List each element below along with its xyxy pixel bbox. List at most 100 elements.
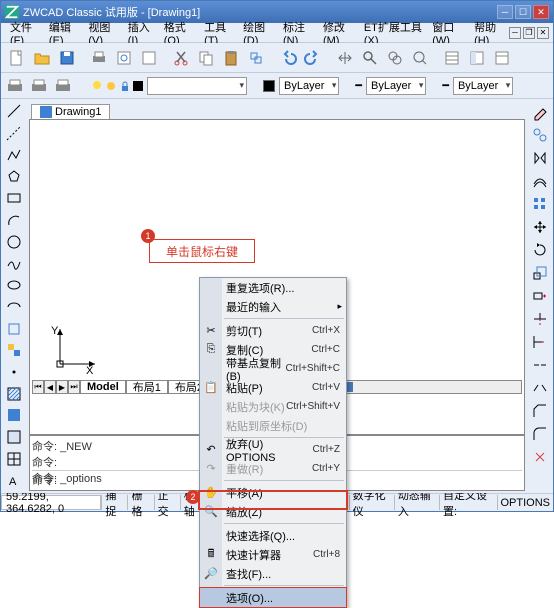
maximize-button[interactable]: ☐ <box>515 5 531 19</box>
fillet-tool[interactable] <box>529 423 551 445</box>
undo-button[interactable] <box>276 46 300 70</box>
ctx-undo[interactable]: ↶放弃(U) OPTIONSCtrl+Z <box>200 440 346 459</box>
stretch-tool[interactable] <box>529 285 551 307</box>
lineweight-icon: ━ <box>442 79 449 92</box>
badge-2: 2 <box>186 490 200 504</box>
arc-tool[interactable] <box>3 210 25 231</box>
tab-first[interactable]: ⏮ <box>32 380 44 394</box>
tab-next[interactable]: ▶ <box>56 380 68 394</box>
region-tool[interactable] <box>3 427 25 448</box>
ctx-find[interactable]: 🔎查找(F)... <box>200 564 346 583</box>
status-ortho[interactable]: 正交 <box>154 495 180 510</box>
text-tool[interactable]: A <box>3 470 25 491</box>
offset-tool[interactable] <box>529 170 551 192</box>
ctx-copybase[interactable]: 带基点复制(B)Ctrl+Shift+C <box>200 359 346 378</box>
circle-tool[interactable] <box>3 231 25 252</box>
mdi-minimize[interactable]: ─ <box>509 27 521 39</box>
properties-button[interactable] <box>440 46 464 70</box>
status-coords[interactable]: 59.2199, 364.6282, 0 <box>1 495 101 510</box>
redo-button[interactable] <box>301 46 325 70</box>
toolpalettes-button[interactable] <box>490 46 514 70</box>
status-custom[interactable]: 自定义设置: <box>439 495 496 510</box>
ctx-options[interactable]: 选项(O)... <box>200 588 346 607</box>
mdi-restore[interactable]: ❐ <box>523 27 535 39</box>
layout-icon2[interactable] <box>29 76 49 96</box>
new-button[interactable] <box>5 46 29 70</box>
gradient-tool[interactable] <box>3 405 25 426</box>
scale-tool[interactable] <box>529 262 551 284</box>
spline-tool[interactable] <box>3 253 25 274</box>
status-snap[interactable]: 捕捉 <box>101 495 127 510</box>
tab-model[interactable]: Model <box>80 380 126 394</box>
print-button[interactable] <box>87 46 111 70</box>
copy-tool[interactable] <box>529 124 551 146</box>
ctx-recent[interactable]: 最近的输入▸ <box>200 297 346 316</box>
ctx-repeat[interactable]: 重复选项(R)... <box>200 278 346 297</box>
ellipse-tool[interactable] <box>3 275 25 296</box>
doc-tab-drawing1[interactable]: Drawing1 <box>31 104 110 119</box>
insert-tool[interactable] <box>3 318 25 339</box>
mdi-close[interactable]: ✕ <box>537 27 549 39</box>
erase-tool[interactable] <box>529 101 551 123</box>
zoom-prev-button[interactable] <box>408 46 432 70</box>
chamfer-tool[interactable] <box>529 400 551 422</box>
mirror-tool[interactable] <box>529 147 551 169</box>
move-tool[interactable] <box>529 216 551 238</box>
trim-tool[interactable] <box>529 308 551 330</box>
rectangle-tool[interactable] <box>3 188 25 209</box>
ctx-qselect[interactable]: 快速选择(Q)... <box>200 526 346 545</box>
hatch-tool[interactable] <box>3 383 25 404</box>
status-dyn[interactable]: 动态输入 <box>394 495 439 510</box>
point-tool[interactable] <box>3 362 25 383</box>
line-tool[interactable] <box>3 101 25 122</box>
save-button[interactable] <box>55 46 79 70</box>
ctx-calc[interactable]: 🖩快速计算器Ctrl+8 <box>200 545 346 564</box>
table-tool[interactable] <box>3 449 25 470</box>
designcenter-button[interactable] <box>465 46 489 70</box>
zoom-extents-button[interactable] <box>383 46 407 70</box>
doc-tab-label: Drawing1 <box>55 106 101 118</box>
close-button[interactable]: ✕ <box>533 5 549 19</box>
ctx-cut[interactable]: ✂剪切(T)Ctrl+X <box>200 321 346 340</box>
join-tool[interactable] <box>529 377 551 399</box>
extend-tool[interactable] <box>529 331 551 353</box>
minimize-button[interactable]: ─ <box>497 5 513 19</box>
ctx-paste[interactable]: 📋粘贴(P)Ctrl+V <box>200 378 346 397</box>
paste-icon: 📋 <box>203 380 219 396</box>
zoom-button[interactable] <box>358 46 382 70</box>
array-tool[interactable] <box>529 193 551 215</box>
xline-tool[interactable] <box>3 123 25 144</box>
color-combo[interactable]: ByLayer <box>279 77 339 95</box>
tab-prev[interactable]: ◀ <box>44 380 56 394</box>
status-grid[interactable]: 栅格 <box>127 495 153 510</box>
open-button[interactable] <box>30 46 54 70</box>
preview-button[interactable] <box>112 46 136 70</box>
copy-button[interactable] <box>194 46 218 70</box>
plot-button[interactable] <box>137 46 161 70</box>
layout-icon1[interactable] <box>5 76 25 96</box>
pan-button[interactable] <box>333 46 357 70</box>
tab-last[interactable]: ⏭ <box>68 380 80 394</box>
bulb-icon <box>91 80 103 92</box>
layer-state[interactable] <box>91 80 143 92</box>
cut-button[interactable] <box>169 46 193 70</box>
tab-layout1[interactable]: 布局1 <box>126 380 168 394</box>
paste-button[interactable] <box>219 46 243 70</box>
color-box[interactable] <box>263 80 275 92</box>
linetype-combo[interactable]: ByLayer <box>366 77 426 95</box>
polyline-tool[interactable] <box>3 144 25 165</box>
lineweight-combo[interactable]: ByLayer <box>453 77 513 95</box>
status-tablet[interactable]: 数字化仪 <box>349 495 394 510</box>
status-options[interactable]: OPTIONS <box>497 495 554 510</box>
block-tool[interactable] <box>3 340 25 361</box>
match-button[interactable] <box>244 46 268 70</box>
ctx-pan[interactable]: ✋平移(A) <box>200 483 346 502</box>
rotate-tool[interactable] <box>529 239 551 261</box>
break-tool[interactable] <box>529 354 551 376</box>
explode-tool[interactable] <box>529 446 551 468</box>
ellipsearc-tool[interactable] <box>3 296 25 317</box>
polygon-tool[interactable] <box>3 166 25 187</box>
ctx-pasteorig: 粘贴到原坐标(D) <box>200 416 346 435</box>
layer-combo[interactable] <box>147 77 247 95</box>
layout-icon3[interactable] <box>53 76 73 96</box>
